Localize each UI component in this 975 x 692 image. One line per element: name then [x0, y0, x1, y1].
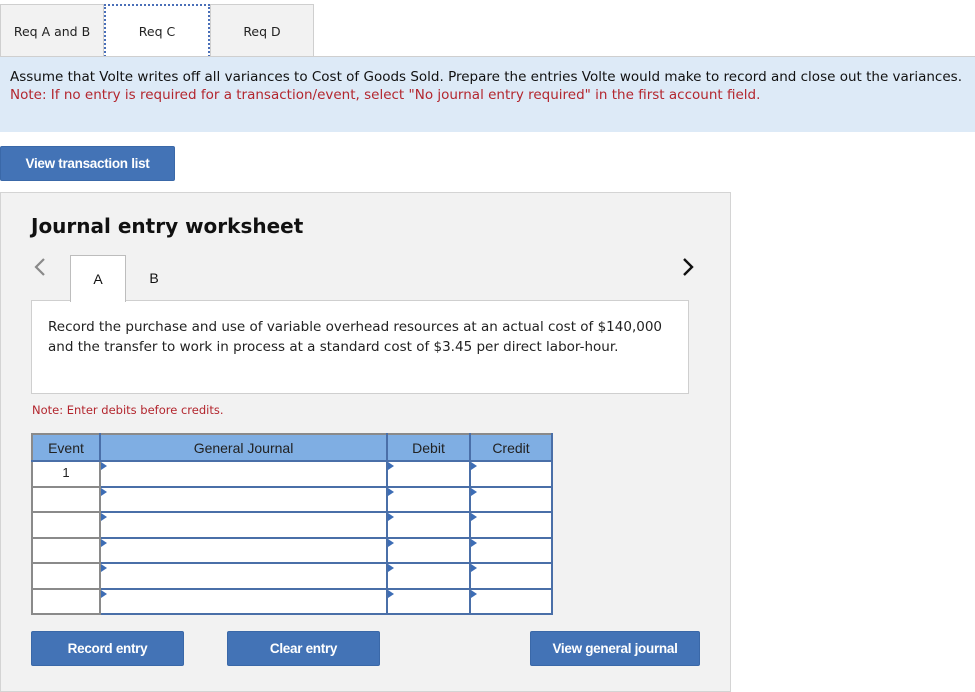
- dropdown-marker-icon: [388, 462, 394, 470]
- view-general-journal-button[interactable]: View general journal: [530, 631, 700, 666]
- dropdown-marker-icon: [101, 589, 107, 598]
- debit-input[interactable]: [388, 487, 469, 511]
- table-row: [31, 485, 553, 513]
- credit-cell: [469, 562, 553, 590]
- credit-input[interactable]: [471, 487, 551, 511]
- chevron-left-icon[interactable]: [33, 257, 47, 277]
- dropdown-marker-icon: [471, 538, 477, 547]
- worksheet-title: Journal entry worksheet: [31, 214, 304, 238]
- header-general-journal: General Journal: [99, 433, 388, 462]
- chevron-right-icon[interactable]: [681, 257, 695, 277]
- journal-table: Event General Journal Debit Credit 1: [31, 433, 553, 615]
- debit-input[interactable]: [388, 564, 469, 588]
- dropdown-marker-icon: [101, 462, 107, 470]
- credit-input[interactable]: [471, 462, 551, 486]
- dropdown-marker-icon: [471, 513, 477, 521]
- dropdown-marker-icon: [471, 564, 477, 572]
- header-event: Event: [31, 433, 101, 462]
- account-input[interactable]: [101, 589, 386, 613]
- debit-input[interactable]: [388, 462, 469, 486]
- event-cell: [31, 536, 101, 564]
- account-cell: [99, 460, 388, 488]
- table-row: [31, 511, 553, 539]
- credit-input[interactable]: [471, 564, 551, 588]
- credit-cell: [469, 485, 553, 513]
- instructions-text: Assume that Volte writes off all varianc…: [10, 69, 962, 85]
- account-input[interactable]: [101, 462, 386, 486]
- account-cell: [99, 511, 388, 539]
- credit-cell: [469, 536, 553, 564]
- account-input[interactable]: [101, 513, 386, 537]
- dropdown-marker-icon: [388, 487, 394, 496]
- account-cell: [99, 562, 388, 590]
- table-row: 1: [31, 460, 553, 488]
- debit-cell: [386, 485, 471, 513]
- tab-req-a-and-b[interactable]: Req A and B: [0, 4, 104, 57]
- debit-cell: [386, 562, 471, 590]
- dropdown-marker-icon: [101, 538, 107, 547]
- record-entry-button[interactable]: Record entry: [31, 631, 184, 666]
- credit-cell: [469, 511, 553, 539]
- event-cell: [31, 587, 101, 615]
- credit-cell: [469, 460, 553, 488]
- instructions-panel: Assume that Volte writes off all varianc…: [0, 57, 975, 132]
- credit-input[interactable]: [471, 538, 551, 562]
- debit-cell: [386, 511, 471, 539]
- dropdown-marker-icon: [471, 589, 477, 598]
- tab-req-d[interactable]: Req D: [210, 4, 314, 57]
- dropdown-marker-icon: [388, 538, 394, 547]
- requirement-tabs: Req A and B Req C Req D: [0, 4, 314, 57]
- account-cell: [99, 587, 388, 615]
- instructions-note: Note: If no entry is required for a tran…: [10, 87, 761, 103]
- header-debit: Debit: [386, 433, 471, 462]
- event-cell: 1: [31, 460, 101, 488]
- credit-input[interactable]: [471, 589, 551, 613]
- debit-cell: [386, 587, 471, 615]
- dropdown-marker-icon: [101, 487, 107, 496]
- event-cell: [31, 485, 101, 513]
- debit-input[interactable]: [388, 589, 469, 613]
- debit-cell: [386, 460, 471, 488]
- debit-input[interactable]: [388, 513, 469, 537]
- view-transaction-list-button[interactable]: View transaction list: [0, 146, 175, 181]
- entry-description: Record the purchase and use of variable …: [31, 300, 689, 394]
- header-credit: Credit: [469, 433, 553, 462]
- table-header-row: Event General Journal Debit Credit: [31, 433, 553, 462]
- dropdown-marker-icon: [388, 513, 394, 521]
- dropdown-marker-icon: [471, 462, 477, 470]
- clear-entry-button[interactable]: Clear entry: [227, 631, 380, 666]
- dropdown-marker-icon: [471, 487, 477, 496]
- account-cell: [99, 485, 388, 513]
- journal-entry-worksheet: Journal entry worksheet A B Record the p…: [0, 192, 731, 692]
- dropdown-marker-icon: [101, 564, 107, 572]
- credit-input[interactable]: [471, 513, 551, 537]
- table-row: [31, 562, 553, 590]
- entry-tab-b[interactable]: B: [126, 255, 182, 301]
- event-cell: [31, 562, 101, 590]
- table-row: [31, 587, 553, 615]
- debits-note: Note: Enter debits before credits.: [32, 403, 224, 417]
- table-row: [31, 536, 553, 564]
- entry-tab-a[interactable]: A: [70, 255, 126, 302]
- tab-req-c[interactable]: Req C: [104, 4, 210, 57]
- dropdown-marker-icon: [101, 513, 107, 521]
- account-cell: [99, 536, 388, 564]
- dropdown-marker-icon: [388, 564, 394, 572]
- debit-input[interactable]: [388, 538, 469, 562]
- dropdown-marker-icon: [388, 589, 394, 598]
- debit-cell: [386, 536, 471, 564]
- account-input[interactable]: [101, 487, 386, 511]
- event-cell: [31, 511, 101, 539]
- account-input[interactable]: [101, 564, 386, 588]
- credit-cell: [469, 587, 553, 615]
- account-input[interactable]: [101, 538, 386, 562]
